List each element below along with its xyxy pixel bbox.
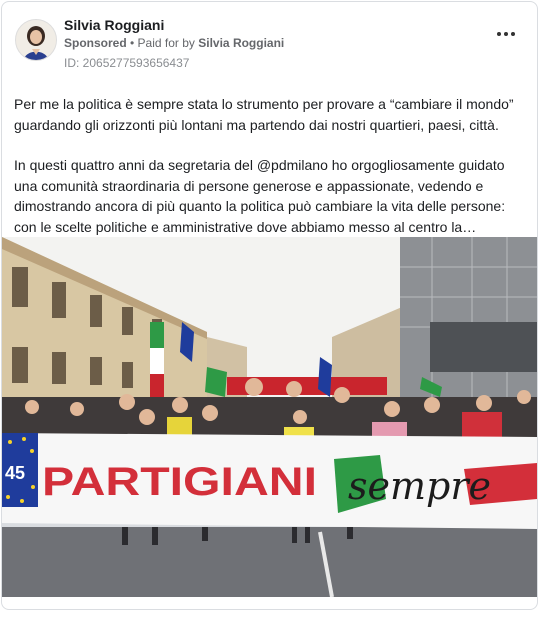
paid-for-prefix: Paid for by (137, 36, 199, 50)
paid-for-name[interactable]: Silvia Roggiani (198, 36, 284, 50)
author-avatar[interactable] (15, 19, 57, 61)
sponsor-line: Sponsored • Paid for by Silvia Roggiani (64, 36, 284, 50)
post-image[interactable]: 45 PARTIGIANI sempre (2, 237, 537, 597)
march-photo: 45 PARTIGIANI sempre (2, 237, 537, 597)
more-options-button[interactable] (497, 32, 515, 38)
meta-separator: • (126, 36, 138, 50)
more-horizontal-icon (497, 32, 501, 36)
avatar-portrait-icon (16, 20, 56, 60)
banner-number: 45 (5, 463, 25, 483)
ad-id: ID: 2065277593656437 (64, 56, 190, 70)
post-paragraph: In questi quattro anni da segretaria del… (14, 157, 506, 235)
banner-script-text: sempre (348, 464, 491, 508)
more-dot (511, 32, 515, 36)
post-paragraph: Per me la politica è sempre stata lo str… (14, 96, 514, 133)
ad-card: Silvia Roggiani Sponsored • Paid for by … (1, 1, 538, 610)
post-text: Per me la politica è sempre stata lo str… (14, 94, 526, 237)
sponsored-label: Sponsored (64, 36, 127, 50)
more-dot (504, 32, 508, 36)
post-header: Silvia Roggiani Sponsored • Paid for by … (2, 2, 537, 82)
banner-main-text: PARTIGIANI (42, 460, 317, 504)
author-name[interactable]: Silvia Roggiani (64, 17, 164, 33)
